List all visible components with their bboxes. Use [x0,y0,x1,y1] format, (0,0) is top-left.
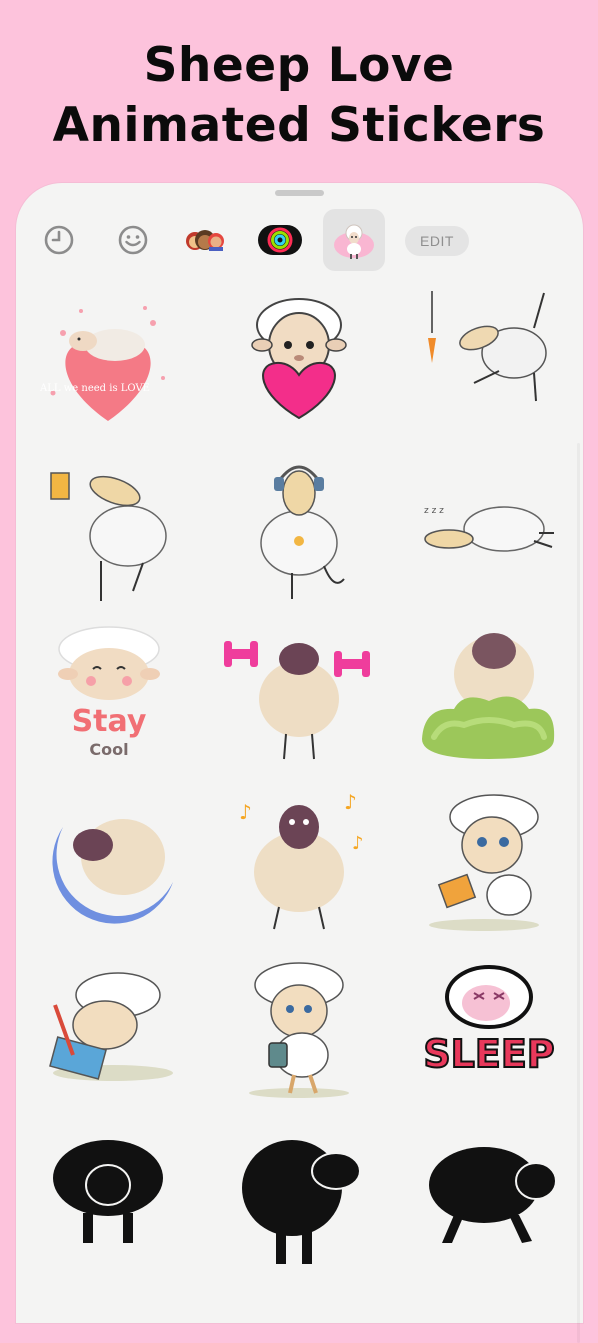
svg-text:♪: ♪ [344,790,357,814]
sheep-pack-icon [334,224,374,259]
activity-rings-icon [258,225,302,255]
sticker-sheep-notebook[interactable] [414,787,564,937]
tab-activity[interactable] [249,209,311,271]
memoji-icon [186,230,224,251]
sheep-in-bush-icon [422,633,555,759]
sticker-sheep-heart[interactable] [224,283,374,433]
sheep-workout-icon [224,641,370,760]
sheep-stay-cool-icon: Stay Cool [58,626,160,759]
tab-recents[interactable] [28,209,90,271]
sheep-silhouette-side-icon [242,1140,361,1264]
sticker-silhouette-front[interactable] [33,1123,183,1273]
sticker-sheep-dumbbells[interactable] [224,619,374,769]
smiley-icon [118,225,148,255]
sticker-sheep-carrot[interactable] [414,283,564,433]
cool-text: Cool [89,740,128,759]
tab-sheep-pack[interactable] [323,209,385,271]
sticker-stay-cool[interactable]: Stay Cool [33,619,183,769]
sticker-drawer: EDIT ALL we need is LOVE z z z Stay Cool… [16,183,583,1343]
tab-emoji[interactable] [102,209,164,271]
sticker-sheep-juice[interactable] [33,451,183,601]
svg-text:z z z: z z z [424,506,444,516]
sticker-sheep-sleeping[interactable]: z z z [414,451,564,601]
svg-text:♪: ♪ [352,833,364,854]
sticker-pack-tabs: EDIT [16,209,583,273]
sticker-sheep-bush[interactable] [414,619,564,769]
clock-icon [44,225,74,255]
scrollbar[interactable] [577,443,580,1343]
sticker-silhouette-walking[interactable] [414,1123,564,1273]
sheep-lying-icon: z z z [424,506,554,552]
sheep-headphones-icon [260,465,345,599]
sticker-sheep-studying[interactable] [33,955,183,1105]
heart-caption: ALL we need is LOVE [39,383,150,394]
sheep-phone-icon [249,962,349,1098]
sticker-sheep-phone[interactable] [224,955,374,1105]
svg-text:♪: ♪ [239,800,252,824]
sheep-holding-heart-icon [251,298,347,420]
sticker-silhouette-side[interactable] [224,1123,374,1273]
sheep-on-moon-icon [52,819,173,924]
drawer-grab-handle[interactable] [275,190,324,196]
sheep-dancing-icon: ♪ ♪ ♪ [239,790,364,930]
stay-text: Stay [72,704,147,739]
sticker-sleep[interactable]: SLEEP [414,955,564,1105]
sticker-sheep-headphones[interactable] [224,451,374,601]
sticker-love-heart[interactable]: ALL we need is LOVE [33,283,183,433]
sticker-sheep-moon[interactable] [33,787,183,937]
headline-line-2: Animated Stickers [52,98,546,153]
sheep-on-heart-icon: ALL we need is LOVE [39,306,165,421]
sheep-sleep-text-icon: SLEEP [422,965,556,1077]
sheep-carrot-icon [428,291,547,402]
sheep-silhouette-front-icon [53,1140,163,1243]
sheep-reading-icon [49,972,173,1081]
sheep-drinking-icon [50,472,167,601]
sticker-sheep-dancing[interactable]: ♪ ♪ ♪ [224,787,374,937]
tab-memoji[interactable] [174,209,236,271]
promo-headline: Sheep Love Animated Stickers [0,36,598,156]
headline-line-1: Sheep Love [143,38,455,93]
sleep-text: SLEEP [423,1032,554,1076]
edit-button[interactable]: EDIT [405,226,469,256]
sheep-writing-icon [429,794,539,931]
sheep-silhouette-walking-icon [429,1147,557,1243]
